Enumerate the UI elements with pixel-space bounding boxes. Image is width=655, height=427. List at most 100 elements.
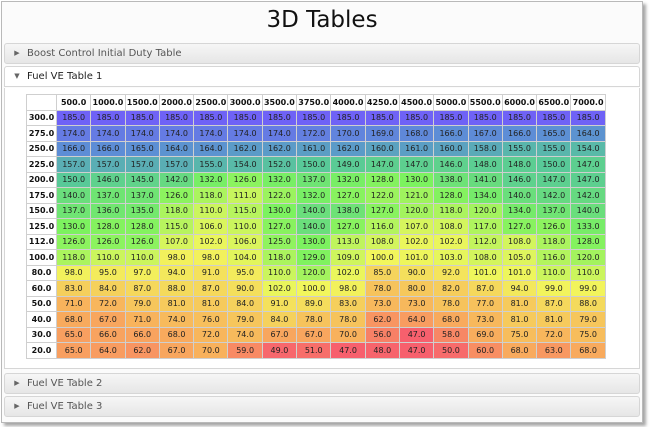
table-cell[interactable]: 120.0: [467, 202, 503, 219]
table-cell[interactable]: 118.0: [158, 202, 195, 219]
table-cell[interactable]: 174.0: [90, 125, 126, 142]
table-cell[interactable]: 185.0: [467, 109, 503, 126]
table-cell[interactable]: 78.0: [330, 311, 366, 328]
table-cell[interactable]: 108.0: [364, 233, 400, 250]
table-cell[interactable]: 102.0: [261, 280, 298, 297]
table-cell[interactable]: 126.0: [158, 187, 195, 204]
table-cell[interactable]: 148.0: [467, 156, 503, 173]
table-cell[interactable]: 157.0: [55, 156, 92, 173]
accordion-header-fuel-ve-table-1[interactable]: ▼ Fuel VE Table 1: [4, 66, 640, 87]
table-cell[interactable]: 47.0: [330, 342, 366, 359]
table-cell[interactable]: 76.0: [193, 311, 229, 328]
table-cell[interactable]: 165.0: [536, 125, 572, 142]
table-cell[interactable]: 67.0: [261, 326, 298, 343]
table-cell[interactable]: 120.0: [570, 249, 606, 266]
table-cell[interactable]: 73.0: [467, 311, 503, 328]
table-cell[interactable]: 162.0: [261, 140, 298, 157]
table-cell[interactable]: 84.0: [261, 311, 298, 328]
table-cell[interactable]: 68.0: [55, 311, 92, 328]
table-cell[interactable]: 85.0: [364, 264, 400, 281]
table-cell[interactable]: 174.0: [55, 125, 92, 142]
table-cell[interactable]: 81.0: [158, 295, 195, 312]
table-cell[interactable]: 48.0: [364, 342, 400, 359]
table-cell[interactable]: 68.0: [158, 326, 195, 343]
table-cell[interactable]: 130.0: [398, 171, 435, 188]
table-cell[interactable]: 109.0: [330, 249, 366, 266]
table-cell[interactable]: 157.0: [124, 156, 160, 173]
table-cell[interactable]: 127.0: [330, 187, 366, 204]
table-cell[interactable]: 59.0: [227, 342, 263, 359]
table-cell[interactable]: 137.0: [55, 202, 92, 219]
table-cell[interactable]: 100.0: [364, 249, 400, 266]
table-cell[interactable]: 65.0: [55, 342, 92, 359]
table-cell[interactable]: 99.0: [536, 280, 572, 297]
table-cell[interactable]: 145.0: [124, 171, 160, 188]
table-cell[interactable]: 107.0: [158, 233, 195, 250]
table-cell[interactable]: 133.0: [570, 218, 606, 235]
table-cell[interactable]: 154.0: [227, 156, 263, 173]
table-cell[interactable]: 67.0: [158, 342, 195, 359]
table-cell[interactable]: 70.0: [330, 326, 366, 343]
table-cell[interactable]: 135.0: [124, 202, 160, 219]
table-cell[interactable]: 106.0: [193, 218, 229, 235]
table-cell[interactable]: 127.0: [330, 218, 366, 235]
table-cell[interactable]: 110.0: [193, 202, 229, 219]
table-cell[interactable]: 155.0: [501, 140, 538, 157]
table-cell[interactable]: 122.0: [261, 187, 298, 204]
table-cell[interactable]: 70.0: [193, 342, 229, 359]
table-cell[interactable]: 75.0: [570, 326, 606, 343]
table-cell[interactable]: 132.0: [330, 171, 366, 188]
table-cell[interactable]: 108.0: [433, 218, 469, 235]
table-cell[interactable]: 118.0: [55, 249, 92, 266]
table-cell[interactable]: 185.0: [433, 109, 469, 126]
table-cell[interactable]: 140.0: [296, 218, 332, 235]
table-cell[interactable]: 146.0: [501, 171, 538, 188]
table-cell[interactable]: 75.0: [501, 326, 538, 343]
table-cell[interactable]: 90.0: [227, 280, 263, 297]
table-cell[interactable]: 98.0: [193, 249, 229, 266]
table-cell[interactable]: 47.0: [398, 342, 435, 359]
table-cell[interactable]: 160.0: [364, 140, 400, 157]
table-cell[interactable]: 162.0: [227, 140, 263, 157]
table-cell[interactable]: 146.0: [90, 171, 126, 188]
table-cell[interactable]: 185.0: [227, 109, 263, 126]
table-cell[interactable]: 128.0: [433, 187, 469, 204]
table-cell[interactable]: 147.0: [536, 171, 572, 188]
table-cell[interactable]: 185.0: [330, 109, 366, 126]
table-cell[interactable]: 160.0: [433, 140, 469, 157]
table-cell[interactable]: 50.0: [433, 342, 469, 359]
table-cell[interactable]: 154.0: [570, 140, 606, 157]
table-cell[interactable]: 138.0: [433, 171, 469, 188]
accordion-header-boost-control[interactable]: ▶ Boost Control Initial Duty Table: [4, 43, 640, 64]
table-cell[interactable]: 94.0: [501, 280, 538, 297]
table-cell[interactable]: 81.0: [501, 295, 538, 312]
table-cell[interactable]: 95.0: [90, 264, 126, 281]
table-cell[interactable]: 94.0: [158, 264, 195, 281]
table-cell[interactable]: 81.0: [536, 311, 572, 328]
table-cell[interactable]: 127.0: [261, 218, 298, 235]
table-cell[interactable]: 127.0: [501, 218, 538, 235]
table-cell[interactable]: 130.0: [296, 233, 332, 250]
table-cell[interactable]: 87.0: [467, 280, 503, 297]
table-cell[interactable]: 137.0: [124, 187, 160, 204]
table-cell[interactable]: 118.0: [433, 202, 469, 219]
table-cell[interactable]: 128.0: [90, 218, 126, 235]
table-cell[interactable]: 110.0: [227, 218, 263, 235]
table-cell[interactable]: 73.0: [364, 295, 400, 312]
table-cell[interactable]: 152.0: [261, 156, 298, 173]
table-cell[interactable]: 110.0: [124, 249, 160, 266]
table-cell[interactable]: 128.0: [570, 233, 606, 250]
table-cell[interactable]: 111.0: [227, 187, 263, 204]
table-cell[interactable]: 74.0: [227, 326, 263, 343]
table-cell[interactable]: 108.0: [501, 233, 538, 250]
table-cell[interactable]: 164.0: [570, 125, 606, 142]
table-cell[interactable]: 115.0: [227, 202, 263, 219]
table-cell[interactable]: 140.0: [570, 202, 606, 219]
table-cell[interactable]: 126.0: [90, 233, 126, 250]
table-cell[interactable]: 166.0: [433, 125, 469, 142]
table-cell[interactable]: 118.0: [536, 233, 572, 250]
table-cell[interactable]: 185.0: [90, 109, 126, 126]
table-cell[interactable]: 185.0: [364, 109, 400, 126]
table-cell[interactable]: 165.0: [124, 140, 160, 157]
table-cell[interactable]: 130.0: [55, 218, 92, 235]
